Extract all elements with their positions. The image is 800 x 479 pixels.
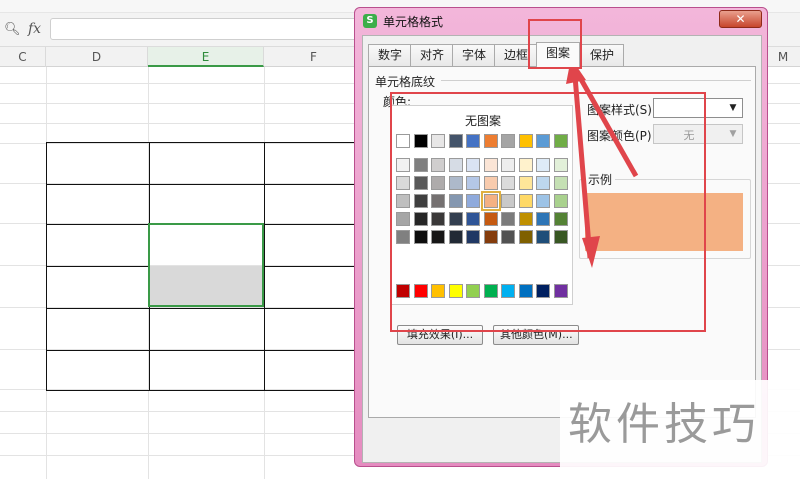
zoom-icon[interactable]: 🔍︎ bbox=[4, 22, 21, 37]
column-header-d[interactable]: D bbox=[46, 47, 148, 67]
column-header-c[interactable]: C bbox=[0, 47, 46, 67]
tab-font[interactable]: 字体 bbox=[452, 44, 497, 66]
section-divider bbox=[441, 80, 751, 81]
formula-input[interactable] bbox=[50, 18, 370, 40]
wps-app-icon: S bbox=[363, 14, 377, 28]
dropdown-arrow-icon: ▼ bbox=[729, 103, 737, 113]
selected-range[interactable] bbox=[148, 223, 264, 307]
watermark: 软件技巧 bbox=[560, 380, 800, 479]
highlight-palette-area bbox=[390, 92, 706, 332]
watermark-text: 软件技巧 bbox=[568, 399, 760, 450]
column-header-m[interactable]: M bbox=[766, 47, 800, 67]
column-header-f[interactable]: F bbox=[264, 47, 364, 67]
column-header-e[interactable]: E bbox=[148, 47, 264, 67]
tab-protection[interactable]: 保护 bbox=[580, 44, 625, 66]
tab-number[interactable]: 数字 bbox=[368, 44, 413, 66]
dialog-title: 单元格格式 bbox=[383, 15, 444, 29]
dropdown-arrow-icon: ▼ bbox=[729, 129, 737, 139]
tab-alignment[interactable]: 对齐 bbox=[410, 44, 455, 66]
tab-pattern[interactable]: 图案 bbox=[536, 42, 581, 67]
close-icon[interactable]: ✕ bbox=[719, 10, 762, 28]
fx-label[interactable]: fx bbox=[28, 21, 41, 37]
section-title: 单元格底纹 bbox=[375, 75, 436, 89]
